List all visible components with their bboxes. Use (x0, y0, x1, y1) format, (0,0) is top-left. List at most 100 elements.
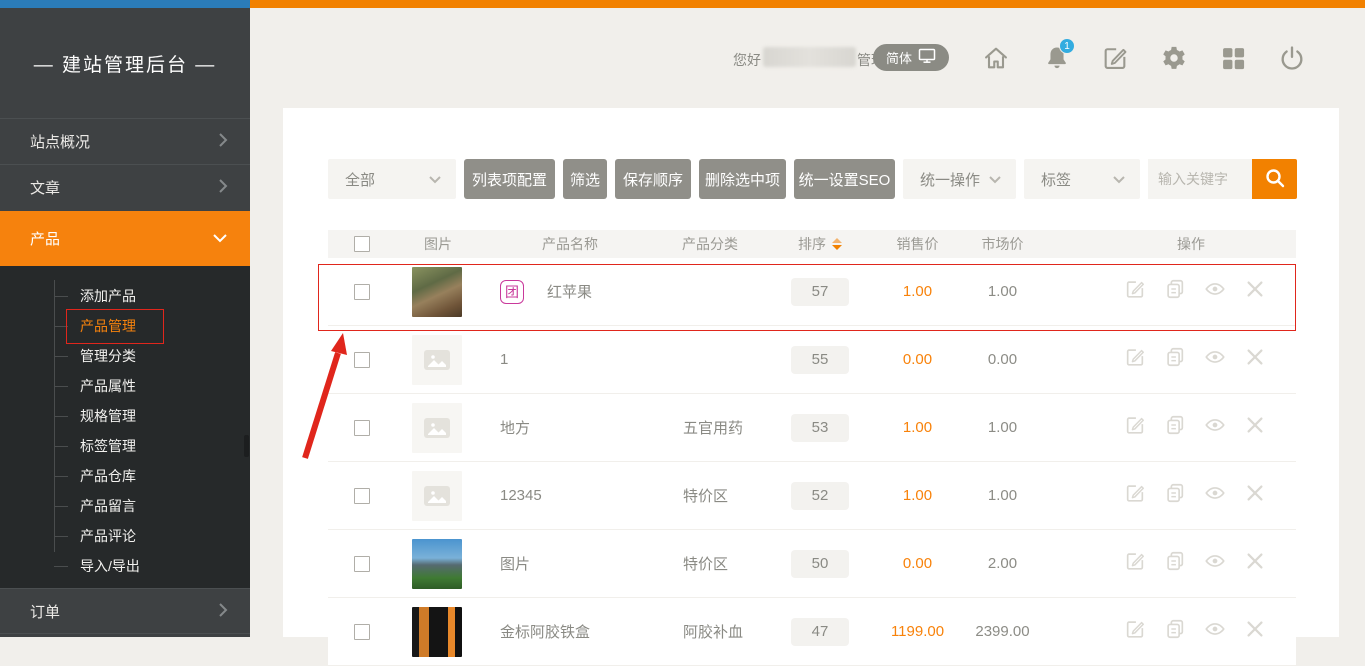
copy-icon[interactable] (1164, 278, 1186, 305)
edit-icon[interactable] (1124, 414, 1146, 441)
preview-eye-icon[interactable] (1204, 414, 1226, 441)
market-price: 1.00 (955, 419, 1050, 436)
power-icon[interactable] (1278, 44, 1306, 72)
sort-value[interactable]: 57 (791, 278, 849, 306)
submenu-item-spec-management[interactable]: 规格管理 (80, 401, 136, 431)
submenu-item-tag-management[interactable]: 标签管理 (80, 431, 136, 461)
preview-eye-icon[interactable] (1204, 346, 1226, 373)
sort-value[interactable]: 52 (791, 482, 849, 510)
col-category: 产品分类 (660, 234, 760, 254)
select-all-checkbox[interactable] (354, 236, 370, 252)
sale-price: 1199.00 (880, 623, 955, 640)
sidebar-item-site-overview[interactable]: 站点概况 (0, 118, 250, 164)
product-category: 五官用药 (660, 417, 760, 438)
bell-icon[interactable]: 1 (1043, 44, 1071, 72)
sale-price: 1.00 (880, 419, 955, 436)
preview-eye-icon[interactable] (1204, 482, 1226, 509)
product-thumbnail (412, 539, 462, 589)
copy-icon[interactable] (1164, 482, 1186, 509)
category-filter-dropdown[interactable]: 全部 (328, 159, 456, 199)
sort-value[interactable]: 55 (791, 346, 849, 374)
list-config-button[interactable]: 列表项配置 (464, 159, 555, 199)
table-row: 金标阿胶铁盒 阿胶补血 47 1199.00 2399.00 (328, 598, 1296, 666)
copy-icon[interactable] (1164, 618, 1186, 645)
preview-eye-icon[interactable] (1204, 618, 1226, 645)
copy-icon[interactable] (1164, 550, 1186, 577)
row-checkbox[interactable] (354, 488, 370, 504)
product-name: 1 (500, 351, 508, 368)
submenu-item-product-messages[interactable]: 产品留言 (80, 491, 136, 521)
edit-icon[interactable] (1124, 618, 1146, 645)
chevron-down-icon (988, 171, 1002, 188)
product-name: 12345 (500, 487, 542, 504)
delete-x-icon[interactable] (1244, 618, 1266, 645)
delete-x-icon[interactable] (1244, 346, 1266, 373)
table-row: 1 55 0.00 0.00 (328, 326, 1296, 394)
row-checkbox[interactable] (354, 624, 370, 640)
chevron-down-icon (428, 171, 442, 188)
sale-price: 0.00 (880, 351, 955, 368)
sort-value[interactable]: 50 (791, 550, 849, 578)
delete-x-icon[interactable] (1244, 550, 1266, 577)
sort-arrows-icon[interactable] (832, 238, 842, 250)
row-checkbox[interactable] (354, 352, 370, 368)
delete-x-icon[interactable] (1244, 278, 1266, 305)
edit-icon[interactable] (1124, 278, 1146, 305)
submenu-item-manage-categories[interactable]: 管理分类 (80, 341, 136, 371)
delete-selected-button[interactable]: 删除选中项 (699, 159, 786, 199)
col-sort[interactable]: 排序 (760, 234, 880, 254)
table-row: 12345 特价区 52 1.00 1.00 (328, 462, 1296, 530)
delete-x-icon[interactable] (1244, 482, 1266, 509)
submenu-item-product-warehouse[interactable]: 产品仓库 (80, 461, 136, 491)
col-name: 产品名称 (480, 234, 660, 254)
batch-seo-button[interactable]: 统一设置SEO (794, 159, 895, 199)
group-buy-badge: 团 (500, 280, 524, 304)
edit-icon[interactable] (1124, 550, 1146, 577)
chevron-right-icon (218, 132, 228, 152)
edit-icon[interactable] (1124, 482, 1146, 509)
row-checkbox[interactable] (354, 556, 370, 572)
search-input[interactable] (1148, 159, 1252, 199)
submenu-item-import-export[interactable]: 导入/导出 (80, 551, 140, 581)
sidebar-divider (0, 633, 250, 634)
product-category: 阿胶补血 (660, 621, 760, 642)
submenu-item-product-reviews[interactable]: 产品评论 (80, 521, 136, 551)
submenu-item-add-product[interactable]: 添加产品 (80, 281, 136, 311)
save-order-button[interactable]: 保存顺序 (615, 159, 691, 199)
filter-button[interactable]: 筛选 (563, 159, 607, 199)
language-switch-button[interactable]: 简体 (873, 44, 949, 71)
delete-x-icon[interactable] (1244, 414, 1266, 441)
col-market-price: 市场价 (955, 234, 1050, 254)
sort-value[interactable]: 53 (791, 414, 849, 442)
sidebar-scrollbar[interactable] (244, 435, 249, 457)
row-checkbox[interactable] (354, 420, 370, 436)
monitor-icon (918, 48, 936, 67)
topbar-blue-strip (0, 0, 250, 8)
sort-value[interactable]: 47 (791, 618, 849, 646)
edit-icon[interactable] (1101, 44, 1129, 72)
sale-price: 1.00 (880, 283, 955, 300)
apps-grid-icon[interactable] (1219, 44, 1247, 72)
submenu-item-product-attributes[interactable]: 产品属性 (80, 371, 136, 401)
product-name: 红苹果 (547, 281, 592, 302)
gear-icon[interactable] (1160, 44, 1188, 72)
chevron-down-icon (212, 230, 228, 247)
home-icon[interactable] (982, 44, 1010, 72)
products-table: 图片 产品名称 产品分类 排序 销售价 市场价 操作 团红苹果 57 1.00 … (328, 230, 1296, 666)
row-checkbox[interactable] (354, 284, 370, 300)
sidebar-item-articles[interactable]: 文章 (0, 164, 250, 210)
market-price: 1.00 (955, 283, 1050, 300)
batch-operation-dropdown[interactable]: 统一操作 (903, 159, 1016, 199)
edit-icon[interactable] (1124, 346, 1146, 373)
copy-icon[interactable] (1164, 346, 1186, 373)
copy-icon[interactable] (1164, 414, 1186, 441)
search-button[interactable] (1252, 159, 1297, 199)
preview-eye-icon[interactable] (1204, 278, 1226, 305)
submenu-item-product-management[interactable]: 产品管理 (80, 311, 136, 341)
tag-dropdown[interactable]: 标签 (1024, 159, 1140, 199)
preview-eye-icon[interactable] (1204, 550, 1226, 577)
placeholder-image-icon (412, 335, 462, 385)
sidebar-item-orders[interactable]: 订单 (0, 588, 250, 634)
sidebar-item-products[interactable]: 产品 (0, 211, 250, 266)
market-price: 2.00 (955, 555, 1050, 572)
